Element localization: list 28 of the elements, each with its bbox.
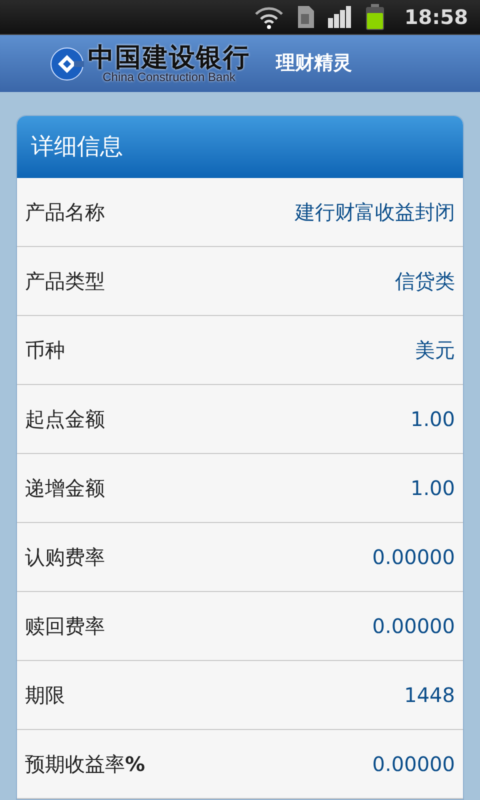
card-title: 详细信息 — [31, 132, 123, 162]
field-label: 起点金额 — [25, 406, 105, 433]
field-label: 认购费率 — [25, 544, 105, 571]
field-value: 建行财富收益封闭 — [295, 199, 455, 226]
battery-icon — [366, 4, 384, 30]
bank-logo-icon — [50, 46, 84, 81]
field-value: 1.00 — [410, 406, 455, 433]
field-value: 0.00000 — [372, 751, 455, 778]
field-value: 1448 — [404, 682, 455, 709]
signal-icon — [328, 6, 352, 28]
field-label: 期限 — [25, 682, 65, 709]
wifi-icon — [254, 5, 284, 30]
field-value: 0.00000 — [372, 613, 455, 640]
field-label: 递增金额 — [25, 475, 105, 502]
bank-name: 中国建设银行 — [88, 44, 250, 71]
field-value: 美元 — [415, 337, 455, 364]
field-value: 0.00000 — [372, 544, 455, 571]
field-label: 预期收益率% — [25, 751, 146, 778]
bank-name-english: China Construction Bank — [102, 70, 236, 83]
field-label: 产品名称 — [25, 199, 105, 226]
field-value: 1.00 — [410, 475, 455, 502]
app-name: 理财精灵 — [276, 51, 352, 76]
field-label: 产品类型 — [25, 268, 105, 295]
sim-card-icon — [298, 6, 314, 28]
field-value: 信贷类 — [395, 268, 455, 295]
field-label: 赎回费率 — [25, 613, 105, 640]
status-time: 18:58 — [404, 4, 468, 32]
field-label: 币种 — [25, 337, 65, 364]
